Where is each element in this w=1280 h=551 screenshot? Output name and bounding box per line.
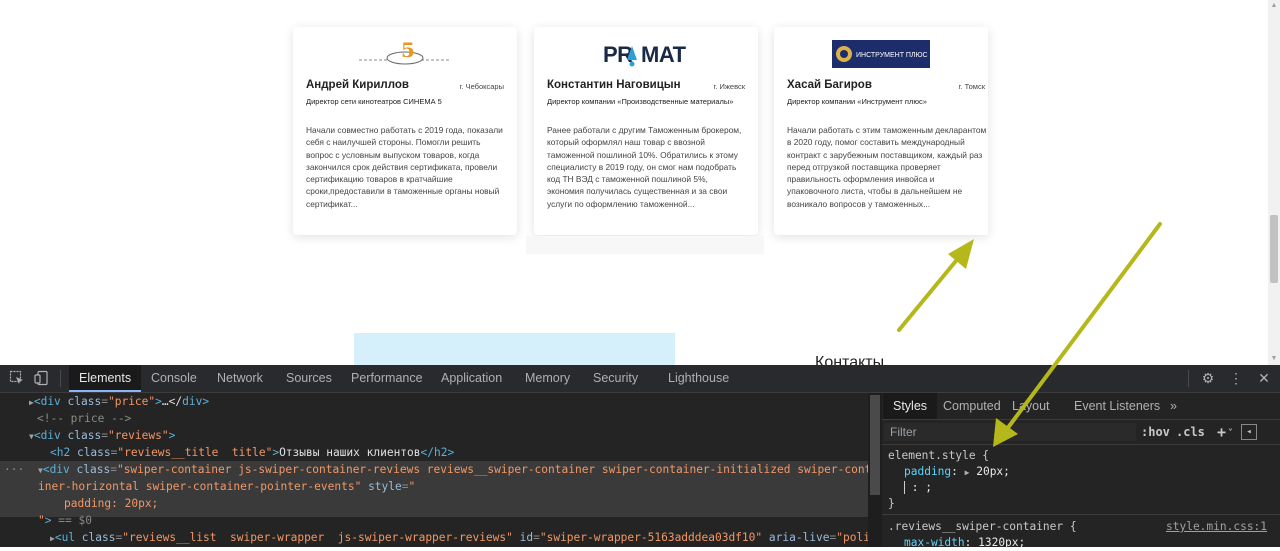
page-scroll-thumb[interactable]: [1270, 215, 1278, 283]
review-text: Начали совместно работать с 2019 года, п…: [306, 125, 503, 209]
tab-console[interactable]: Console: [151, 365, 197, 392]
web-page: 5 Андрей Кириллов г. Чебоксары Директор …: [0, 0, 1280, 365]
new-rule-icon[interactable]: +: [1217, 420, 1226, 444]
svg-text:ИНСТРУМЕНТ ПЛЮС: ИНСТРУМЕНТ ПЛЮС: [856, 52, 928, 59]
style-declaration-padding[interactable]: padding: ▶ 20px;: [904, 464, 1010, 480]
devtools-panel: Elements Console Network Sources Perform…: [0, 365, 1280, 549]
tab-styles[interactable]: Styles: [883, 393, 938, 419]
dom-node-swiper-container-cont: iner-horizontal swiper-container-pointer…: [38, 480, 416, 493]
dom-node-price[interactable]: ▶<div class="price">…</div>: [29, 393, 209, 410]
tab-application[interactable]: Application: [441, 365, 502, 392]
tab-layout[interactable]: Layout: [1012, 393, 1050, 419]
reviewer-role: Директор сети кинотеатров СИНЕМА 5: [306, 97, 442, 106]
reviewer-name: Хасай Багиров: [787, 79, 872, 91]
dom-node-selected-marker: "> == $0: [38, 514, 92, 527]
elements-tree: ▶<div class="price">…</div> <!-- price -…: [0, 393, 878, 547]
tab-security[interactable]: Security: [593, 365, 638, 392]
dom-inline-style: padding: 20px;: [64, 497, 159, 510]
instrument-plus-logo: ИНСТРУМЕНТ ПЛЮС: [774, 39, 988, 69]
settings-gear-icon[interactable]: ⚙: [1199, 370, 1217, 387]
svg-text:PR: PR: [603, 42, 633, 67]
reviewer-city: г. Чебоксары: [459, 82, 504, 91]
dom-node-swiper-container[interactable]: ▼<div class="swiper-container js-swiper-…: [38, 461, 878, 478]
tab-lighthouse[interactable]: Lighthouse: [668, 365, 729, 392]
reviewer-name: Андрей Кириллов: [306, 79, 409, 91]
scroll-down-icon[interactable]: ▼: [1269, 355, 1279, 363]
close-icon[interactable]: ✕: [1255, 370, 1273, 387]
tab-sources[interactable]: Sources: [286, 365, 332, 392]
styles-filter-input[interactable]: [884, 423, 1136, 441]
contact-form-box: [354, 333, 675, 365]
styles-pane: Styles Computed Layout Event Listeners »…: [882, 393, 1280, 549]
tab-computed[interactable]: Computed: [943, 393, 1001, 419]
review-card: PR MAT Константин Наговицын г. Ижевск Ди…: [534, 27, 758, 235]
toolbar-separator: [1188, 370, 1189, 387]
style-declaration-empty[interactable]: : ;: [904, 480, 932, 496]
tab-network[interactable]: Network: [217, 365, 263, 392]
tab-elements[interactable]: Elements: [69, 365, 142, 392]
cinema5-logo: 5: [293, 39, 517, 69]
elements-scroll-thumb[interactable]: [870, 395, 880, 495]
more-tabs-icon[interactable]: »: [1170, 393, 1177, 419]
review-card: ИНСТРУМЕНТ ПЛЮС Хасай Багиров г. Томск Д…: [774, 27, 988, 235]
devtools-tabbar: Elements Console Network Sources Perform…: [0, 365, 1280, 393]
dom-comment-price[interactable]: <!-- price -->: [37, 410, 131, 427]
stylesheet-source-link[interactable]: style.min.css:1: [1166, 519, 1267, 535]
page-scrollbar[interactable]: [1268, 0, 1280, 365]
more-options-icon[interactable]: ⋮: [1227, 370, 1245, 387]
new-rule-menu-icon[interactable]: ⌄: [1228, 416, 1233, 440]
reviewer-name: Константин Наговицын: [547, 79, 681, 91]
card-shadow-strip: [526, 236, 764, 254]
review-text: Начали работать с этим таможенным деклар…: [787, 125, 987, 209]
svg-text:MAT: MAT: [641, 42, 687, 67]
tab-event-listeners[interactable]: Event Listeners: [1074, 393, 1160, 419]
toggle-sidebar-icon[interactable]: ◂: [1241, 424, 1257, 440]
svg-text:5: 5: [401, 40, 415, 62]
review-card: 5 Андрей Кириллов г. Чебоксары Директор …: [293, 27, 517, 235]
styles-tabbar: Styles Computed Layout Event Listeners »: [882, 393, 1280, 420]
device-toolbar-icon[interactable]: [33, 370, 51, 387]
ellipsis-icon[interactable]: ···: [4, 461, 24, 478]
dom-node-reviews-list[interactable]: ▶<ul class="reviews__list swiper-wrapper…: [50, 529, 877, 546]
review-text: Ранее работали с другим Таможенным броке…: [547, 125, 742, 209]
styles-filter-bar: :hov .cls + ⌄ ◂: [882, 420, 1280, 445]
reviewer-city: г. Ижевск: [713, 82, 746, 91]
pramat-logo: PR MAT: [534, 39, 758, 69]
scroll-up-icon[interactable]: ▲: [1269, 2, 1279, 10]
cls-toggle[interactable]: .cls: [1176, 420, 1205, 444]
hov-toggle[interactable]: :hov: [1141, 420, 1170, 444]
rule-close-brace: }: [888, 497, 895, 510]
reviewer-role: Директор компании «Производственные мате…: [547, 97, 734, 106]
tab-memory[interactable]: Memory: [525, 365, 570, 392]
inspect-element-icon[interactable]: [8, 370, 26, 387]
rule-divider: [882, 514, 1280, 515]
style-declaration-max-width[interactable]: max-width: 1320px;: [904, 535, 1025, 551]
reviews-swiper-selector[interactable]: .reviews__swiper-container {: [888, 519, 1077, 535]
contacts-heading: Контакты: [815, 354, 885, 365]
reviewer-city: г. Томск: [958, 82, 985, 91]
reviewer-role: Директор компании «Инструмент плюс»: [787, 97, 927, 106]
element-style-selector[interactable]: element.style {: [888, 448, 989, 464]
toolbar-separator: [60, 370, 61, 387]
dom-node-reviews-title[interactable]: <h2 class="reviews__title title">Отзывы …: [50, 444, 454, 461]
tab-performance[interactable]: Performance: [351, 365, 423, 392]
dom-node-reviews[interactable]: ▼<div class="reviews">: [29, 427, 175, 444]
